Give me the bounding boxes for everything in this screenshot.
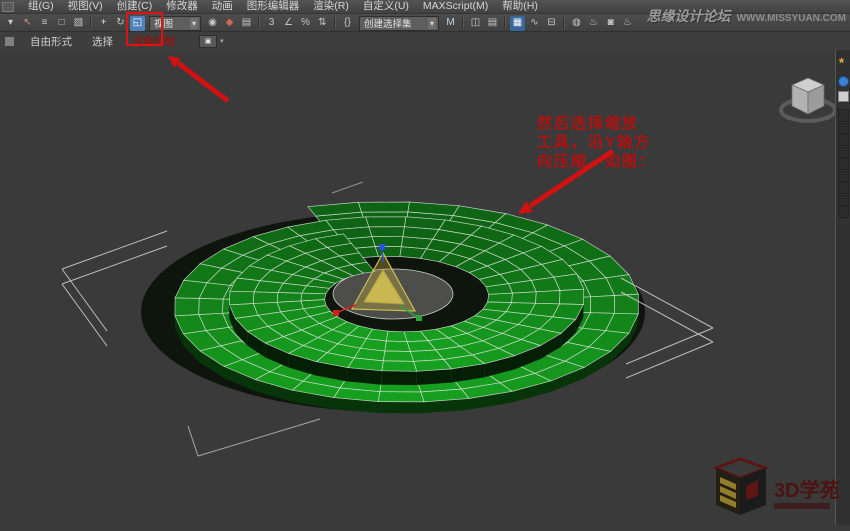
gizmo-z-axis[interactable] — [382, 250, 383, 262]
curve-editor-icon[interactable]: ∿ — [527, 16, 542, 31]
gizmo-x-handle[interactable] — [333, 310, 339, 316]
ribbon-minimize-icon[interactable] — [5, 37, 14, 46]
menu-items: 组(G)视图(V)创建(C)修改器动画图形编辑器渲染(R)自定义(U)MAXSc… — [21, 0, 545, 13]
ribbon-tab[interactable]: 对象绘制 — [123, 34, 185, 49]
menu-item[interactable]: 修改器 — [159, 0, 205, 13]
motion-sphere-icon[interactable] — [838, 76, 849, 87]
menu-item[interactable]: 动画 — [205, 0, 240, 13]
modifier-stack-edge[interactable] — [838, 109, 849, 218]
mirror-icon[interactable]: M — [443, 16, 458, 31]
site-watermark-name: 思缘设计论坛 — [647, 6, 731, 26]
toolbar-separator — [504, 17, 506, 29]
command-panel-edge: * — [835, 49, 850, 525]
callout-line: 然后选择缩放 — [537, 114, 656, 133]
spinner-snap-icon[interactable]: ⇅ — [315, 16, 330, 31]
callout-text: 然后选择缩放工具，沿Y轴方向压缩，如图： — [537, 114, 656, 171]
combo-caret-icon[interactable]: ▾ — [428, 18, 436, 29]
graphite-toggle-icon[interactable]: ▦ — [510, 16, 525, 31]
layer-manager-icon[interactable]: ▤ — [485, 16, 500, 31]
named-selection-set-combo[interactable]: 创建选择集▾ — [359, 16, 439, 31]
rectangular-region-icon[interactable]: □ — [54, 16, 69, 31]
percent-snap-icon[interactable]: % — [298, 16, 313, 31]
ribbon-tabs: 自由形式选择对象绘制 — [20, 34, 185, 49]
select-scale-icon[interactable]: ◱ — [130, 16, 145, 31]
brand-watermark: 3D学苑 — [694, 455, 844, 523]
use-pivot-center-icon[interactable]: ◉ — [205, 16, 220, 31]
menu-item[interactable]: MAXScript(M) — [416, 0, 495, 13]
callout-line: 工具，沿Y轴方 — [537, 133, 656, 152]
named-sets-edit-icon[interactable]: {} — [340, 16, 355, 31]
toolbar-separator — [462, 17, 464, 29]
select-by-name-icon[interactable]: ≡ — [37, 16, 52, 31]
selection-bracket — [188, 419, 320, 456]
site-watermark: 思缘设计论坛 WWW.MISSYUAN.COM — [647, 6, 846, 26]
reference-coordinate-combo[interactable]: 视图▾ — [149, 16, 201, 31]
render-setup-icon[interactable]: ♨ — [586, 16, 601, 31]
ribbon-tab-row: 自由形式选择对象绘制 ▣ ▾ — [0, 31, 850, 50]
window-crossing-icon[interactable]: ▧ — [71, 16, 86, 31]
ribbon-tab[interactable]: 自由形式 — [20, 34, 82, 49]
callout-line: 向压缩，如图： — [537, 152, 656, 171]
max-window: { "header": { "menu_items": ["组(G)", "视图… — [0, 0, 850, 525]
select-move-icon[interactable]: + — [96, 16, 111, 31]
select-rotate-icon[interactable]: ↻ — [113, 16, 128, 31]
schematic-view-icon[interactable]: ⊟ — [544, 16, 559, 31]
ribbon-tab[interactable]: 选择 — [82, 34, 123, 49]
toolbar-separator — [563, 17, 565, 29]
toolbar-separator — [90, 17, 92, 29]
ribbon-display-toggle-button[interactable]: ▣ — [199, 35, 217, 48]
clipped-menu-fragment-icon — [2, 2, 14, 12]
align-icon[interactable]: ◫ — [468, 16, 483, 31]
keyboard-override-icon[interactable]: ▤ — [239, 16, 254, 31]
panel-button[interactable] — [838, 91, 849, 102]
menu-item[interactable]: 视图(V) — [61, 0, 110, 13]
selection-filter-caret[interactable]: ▾ — [3, 16, 18, 31]
menu-item[interactable]: 帮助(H) — [495, 0, 545, 13]
angle-snap-icon[interactable]: ∠ — [281, 16, 296, 31]
site-watermark-url: WWW.MISSYUAN.COM — [737, 13, 846, 24]
render-production-icon[interactable]: ♨ — [620, 16, 635, 31]
select-object-icon[interactable]: ↖ — [20, 16, 35, 31]
rendered-frame-icon[interactable]: ◙ — [603, 16, 618, 31]
menu-item[interactable]: 渲染(R) — [306, 0, 356, 13]
select-manipulate-icon[interactable]: ◆ — [222, 16, 237, 31]
menu-item[interactable]: 组(G) — [21, 0, 61, 13]
menu-item[interactable]: 图形编辑器 — [240, 0, 307, 13]
gizmo-z-handle[interactable] — [379, 244, 385, 250]
toolbar-separator — [258, 17, 260, 29]
menu-item[interactable]: 创建(C) — [110, 0, 160, 13]
toolbar-separator — [334, 17, 336, 29]
brand-text: 3D学苑 — [774, 478, 840, 502]
selection-bracket — [332, 182, 363, 193]
menu-item[interactable]: 自定义(U) — [356, 0, 416, 13]
ribbon-options-caret-icon[interactable]: ▾ — [220, 37, 224, 45]
gizmo-y-handle[interactable] — [416, 315, 422, 321]
systems-light-icon[interactable]: * — [839, 55, 844, 70]
snap-3d-icon[interactable]: 3 — [264, 16, 279, 31]
material-editor-icon[interactable]: ◍ — [569, 16, 584, 31]
combo-caret-icon[interactable]: ▾ — [190, 18, 198, 29]
